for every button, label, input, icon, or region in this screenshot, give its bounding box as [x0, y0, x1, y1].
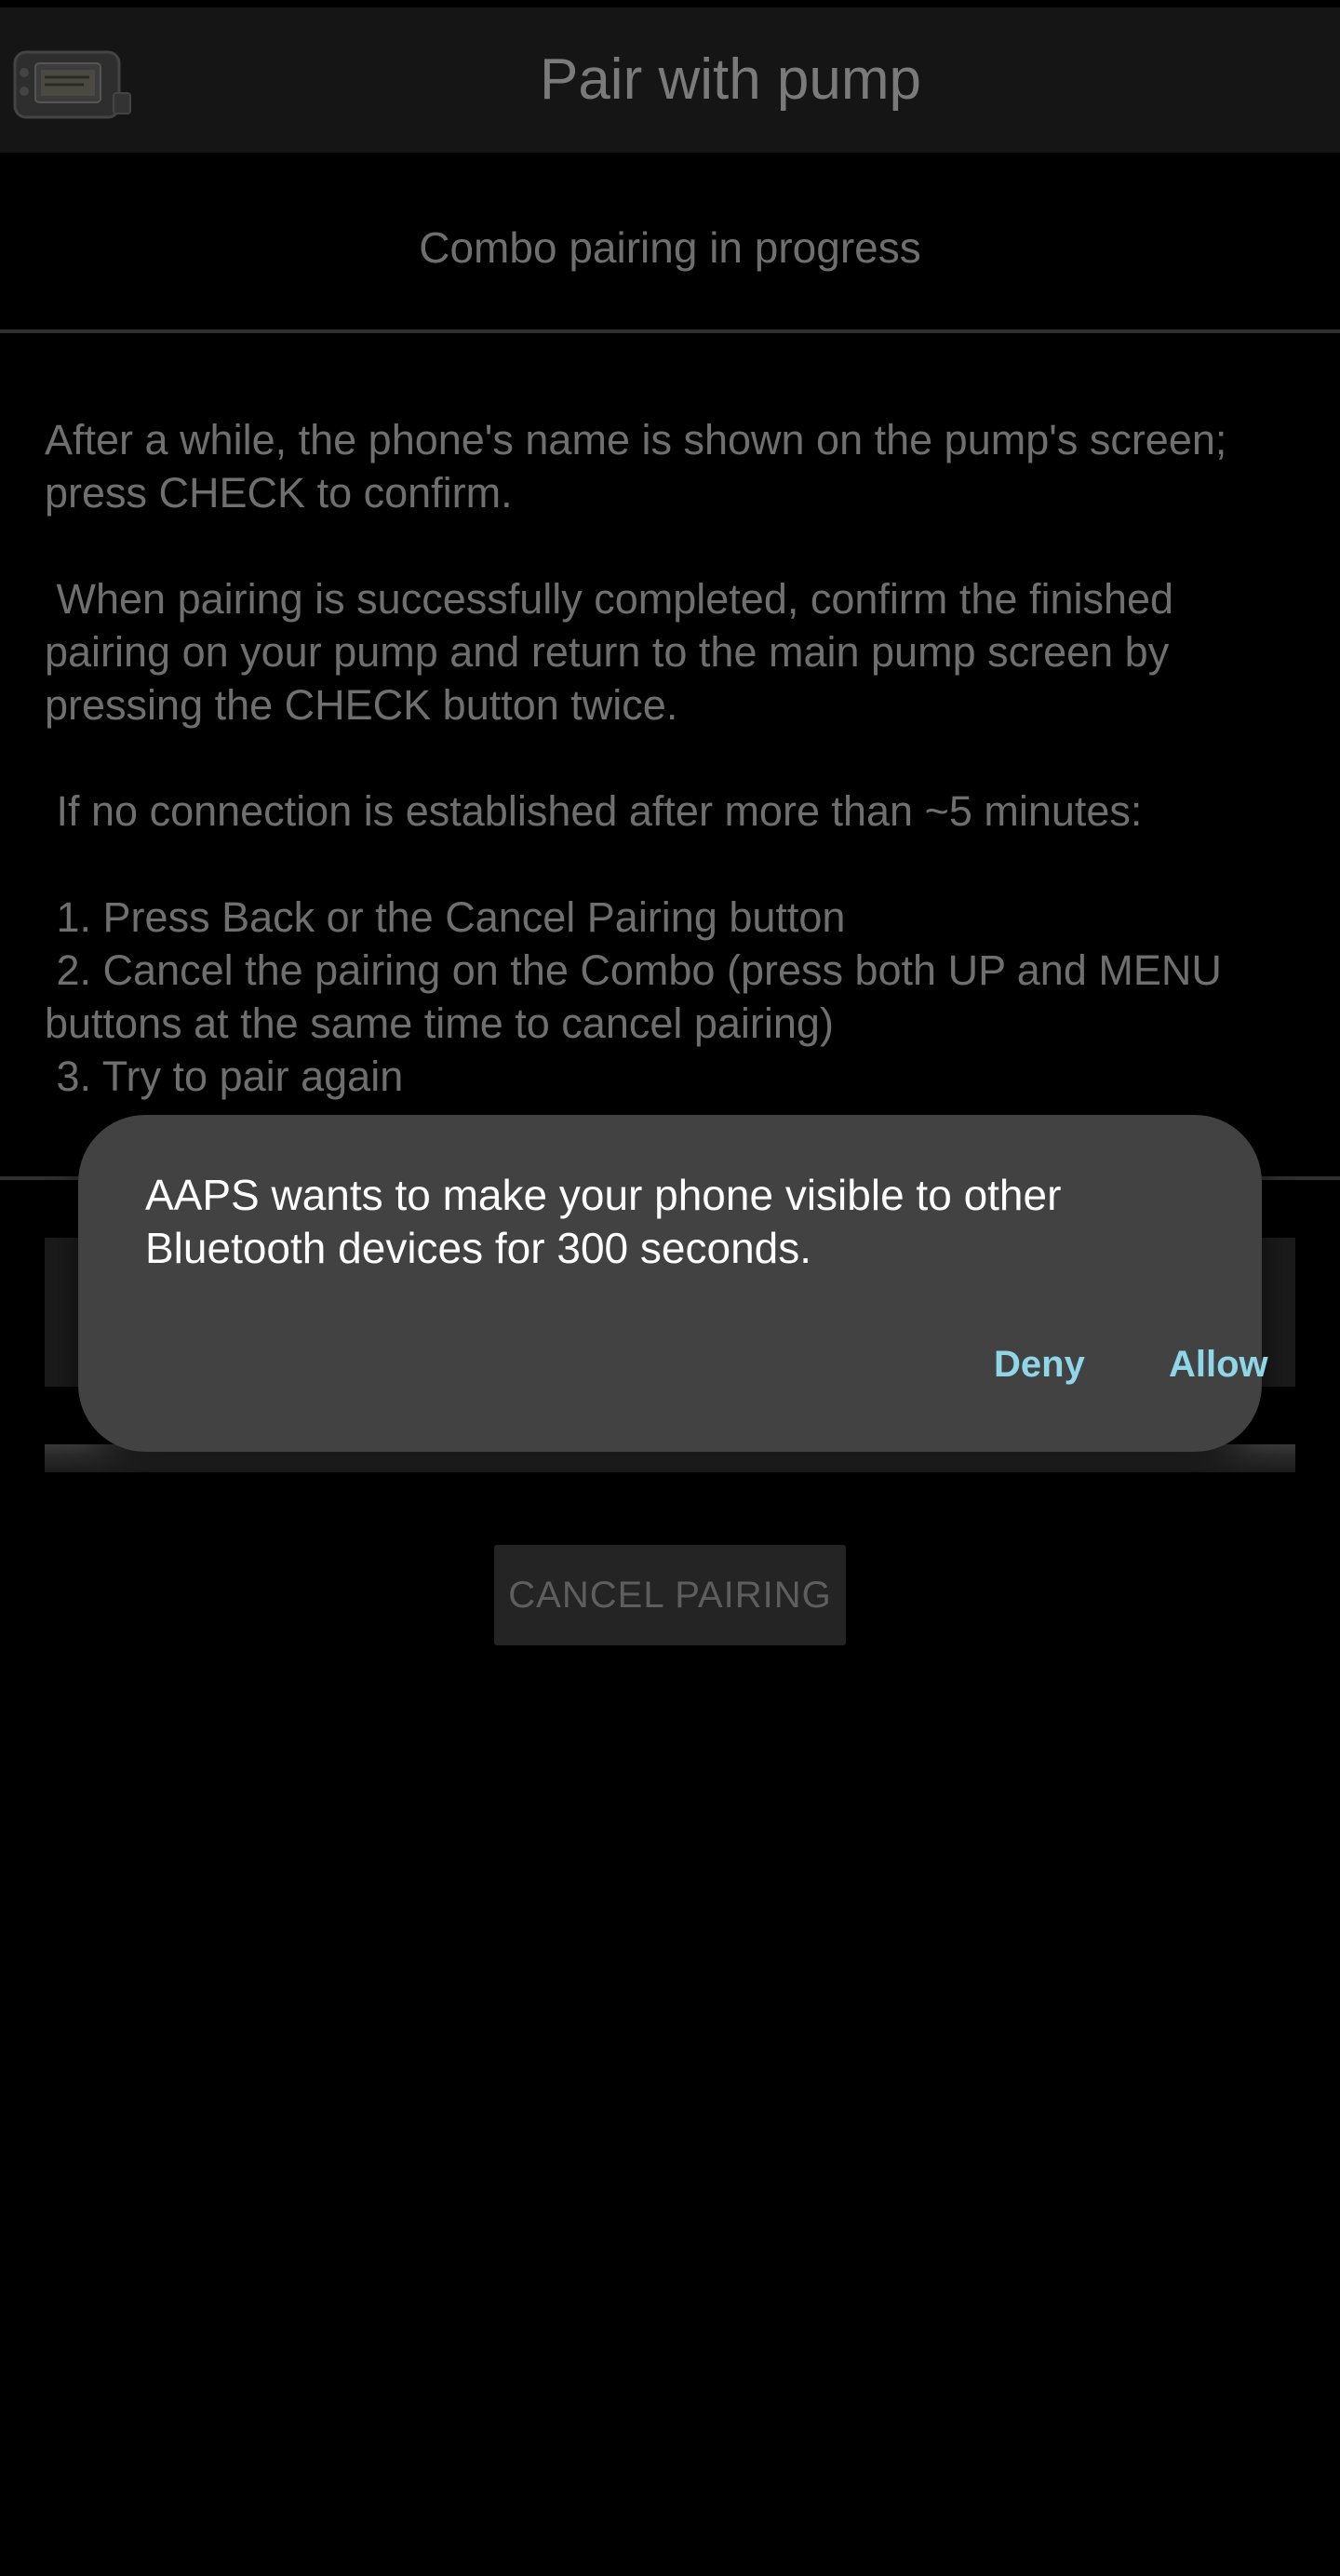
- instruction-intro: After a while, the phone's name is shown…: [45, 416, 1239, 517]
- dialog-message: AAPS wants to make your phone visible to…: [145, 1171, 1062, 1272]
- instruction-completion: When pairing is successfully completed, …: [45, 575, 1186, 729]
- deny-button[interactable]: Deny: [977, 1318, 1102, 1411]
- page-title: Pair with pump: [539, 47, 922, 112]
- screen: Pair with pump Combo pairing in progress…: [0, 0, 1340, 2576]
- allow-button[interactable]: Allow: [1152, 1318, 1285, 1411]
- pairing-status-title: Combo pairing in progress: [419, 223, 921, 272]
- divider: [0, 329, 1340, 333]
- instruction-step: 2. Cancel the pairing on the Combo (pres…: [45, 946, 1234, 1047]
- pairing-instructions: After a while, the phone's name is shown…: [45, 413, 1310, 1103]
- status-bar: [0, 0, 1340, 7]
- instruction-timeout: If no connection is established after mo…: [45, 787, 1143, 835]
- cancel-pairing-button[interactable]: CANCEL PAIRING: [494, 1545, 846, 1645]
- instruction-step: 1. Press Back or the Cancel Pairing butt…: [45, 893, 846, 941]
- instruction-step: 3. Try to pair again: [45, 1053, 404, 1100]
- bluetooth-visibility-dialog: AAPS wants to make your phone visible to…: [78, 1115, 1268, 1452]
